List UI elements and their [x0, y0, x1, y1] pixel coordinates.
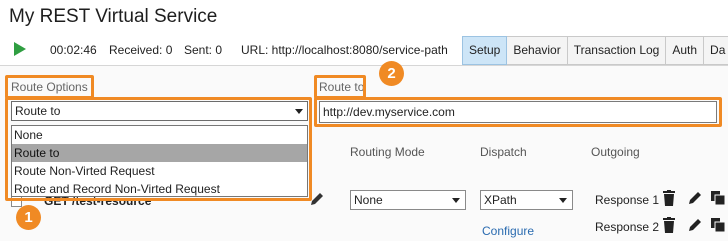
- chevron-down-icon: [559, 198, 567, 203]
- tab-bar: Setup Behavior Transaction Log Auth Da: [462, 36, 728, 65]
- edit-icon[interactable]: [687, 190, 703, 206]
- service-url: URL: http://localhost:8080/service-path: [241, 43, 448, 57]
- highlight-route-options-label: [5, 75, 94, 99]
- highlight-route-to-label: [314, 75, 366, 99]
- elapsed-time: 00:02:46: [50, 43, 97, 57]
- chevron-down-icon: [452, 198, 460, 203]
- dispatch-select[interactable]: XPath: [480, 190, 573, 210]
- dispatch-header: Dispatch: [480, 145, 527, 159]
- callout-2-badge: 2: [379, 61, 404, 86]
- routing-mode-select[interactable]: None: [350, 190, 466, 210]
- trash-icon[interactable]: [662, 190, 676, 206]
- tab-setup[interactable]: Setup: [462, 36, 508, 65]
- copy-icon[interactable]: [710, 190, 726, 206]
- tab-auth[interactable]: Auth: [666, 36, 705, 65]
- routing-mode-header: Routing Mode: [350, 145, 425, 159]
- window-title: My REST Virtual Service: [9, 6, 218, 27]
- response-1-label: Response 1: [595, 193, 660, 207]
- received-count: Received: 0: [109, 43, 173, 57]
- routing-mode-value: None: [354, 193, 383, 207]
- highlight-route-to: [314, 97, 722, 127]
- highlight-route-options: [5, 97, 312, 201]
- edit-icon[interactable]: [687, 217, 703, 233]
- tab-behavior[interactable]: Behavior: [507, 36, 568, 65]
- outgoing-header: Outgoing: [591, 145, 640, 159]
- response-2-label: Response 2: [595, 220, 660, 234]
- tab-data[interactable]: Da: [704, 36, 728, 65]
- trash-icon[interactable]: [662, 217, 676, 233]
- copy-icon[interactable]: [710, 217, 726, 233]
- callout-1-badge: 1: [16, 205, 41, 230]
- sent-count: Sent: 0: [184, 43, 223, 57]
- play-icon[interactable]: [14, 42, 26, 56]
- configure-link[interactable]: Configure: [482, 224, 534, 238]
- tab-transaction-log[interactable]: Transaction Log: [567, 36, 667, 65]
- dispatch-value: XPath: [484, 193, 517, 207]
